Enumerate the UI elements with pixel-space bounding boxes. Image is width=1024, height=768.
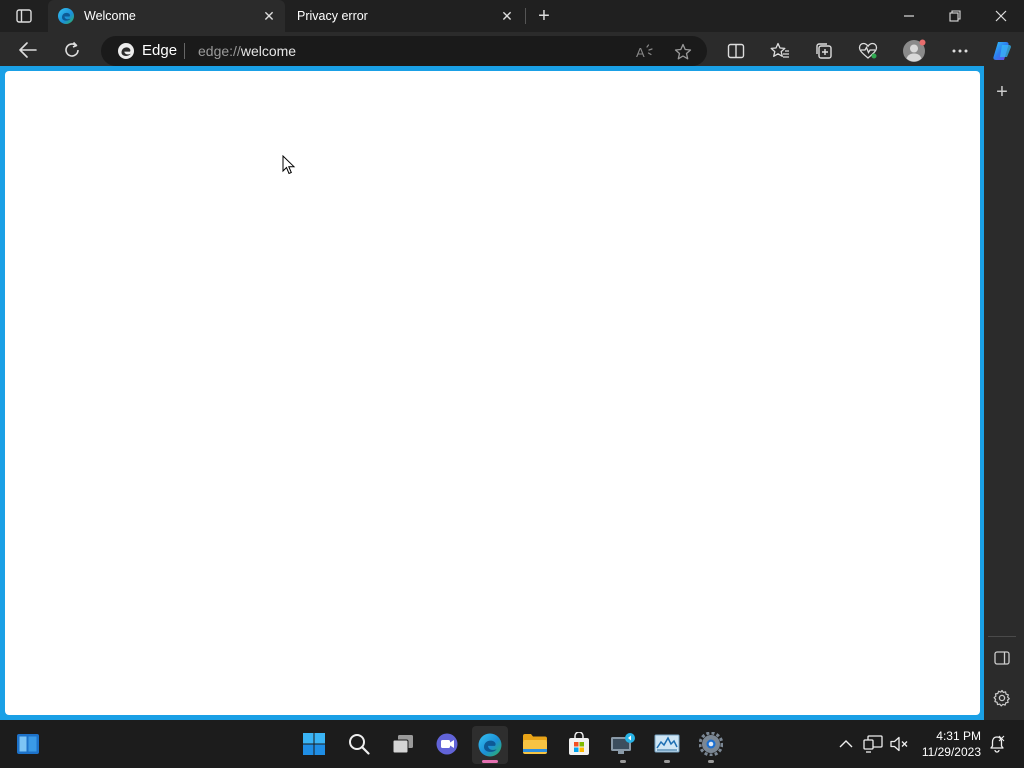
read-aloud-icon[interactable]: A [629, 37, 659, 67]
teams-chat-icon[interactable] [433, 730, 461, 758]
file-explorer-folder-icon[interactable] [521, 730, 549, 758]
rdp-running-indicator [620, 760, 626, 763]
edge-active-indicator [482, 760, 498, 763]
tab-title: Privacy error [297, 9, 368, 23]
remote-desktop-icon[interactable] [609, 730, 637, 758]
performance-monitor-icon[interactable] [653, 730, 681, 758]
minimize-icon[interactable] [896, 5, 922, 27]
favorites-icon[interactable] [765, 36, 795, 66]
tab-welcome[interactable]: Welcome ✕ [48, 0, 285, 32]
url-path: welcome [240, 43, 297, 59]
back-button[interactable] [13, 35, 43, 65]
widgets-icon[interactable] [14, 730, 42, 758]
tab-actions-menu-icon[interactable] [12, 6, 36, 26]
sidebar-divider [988, 636, 1016, 637]
copilot-icon[interactable] [987, 36, 1017, 66]
profile-avatar[interactable] [899, 36, 929, 66]
clock-date[interactable]: 11/29/2023 [915, 745, 981, 759]
clock-time[interactable]: 4:31 PM [915, 729, 981, 743]
search-icon[interactable] [345, 730, 373, 758]
tab-divider [525, 8, 526, 24]
network-icon[interactable] [863, 734, 883, 754]
close-window-icon[interactable] [988, 5, 1014, 27]
microsoft-store-icon[interactable] [565, 730, 593, 758]
task-view-icon[interactable] [389, 730, 417, 758]
settings-gear-icon[interactable] [697, 730, 725, 758]
split-screen-icon[interactable] [721, 36, 751, 66]
volume-muted-icon[interactable] [889, 734, 909, 754]
restore-icon[interactable] [942, 5, 968, 27]
hide-sidebar-icon[interactable] [990, 646, 1014, 670]
address-divider [184, 43, 185, 59]
add-favorite-star-icon[interactable] [668, 37, 698, 67]
address-bar[interactable] [101, 36, 707, 66]
tab-privacy-error[interactable]: Privacy error ✕ [287, 0, 523, 32]
close-tab-icon[interactable]: ✕ [497, 6, 517, 26]
collections-icon[interactable] [809, 36, 839, 66]
site-identity-label[interactable]: Edge [142, 42, 177, 60]
perfmon-running-indicator [664, 760, 670, 763]
close-tab-icon[interactable]: ✕ [259, 6, 279, 26]
url-scheme: edge:// [198, 43, 241, 59]
refresh-button[interactable] [57, 35, 87, 65]
settings-running-indicator [708, 760, 714, 763]
web-page-content[interactable] [5, 71, 980, 715]
new-tab-button[interactable]: + [533, 5, 555, 27]
start-windows-icon[interactable] [300, 730, 328, 758]
mouse-cursor-icon [282, 154, 296, 175]
edge-icon [478, 733, 502, 757]
sidebar-add-button[interactable]: + [990, 80, 1014, 104]
url-text[interactable]: edge://welcome [198, 43, 296, 59]
edge-sidebar [984, 66, 1024, 720]
sidebar-settings-gear-icon[interactable] [990, 686, 1014, 710]
edge-logo-icon[interactable] [117, 42, 135, 60]
edge-taskbar-button[interactable] [472, 726, 508, 764]
browser-essentials-icon[interactable] [853, 36, 883, 66]
notifications-bell-icon[interactable] [987, 734, 1007, 754]
svg-text:A: A [636, 45, 645, 60]
edge-icon [57, 7, 75, 25]
tab-title: Welcome [84, 9, 136, 23]
more-options-icon[interactable] [945, 36, 975, 66]
show-hidden-icons-chevron-icon[interactable] [836, 734, 856, 754]
